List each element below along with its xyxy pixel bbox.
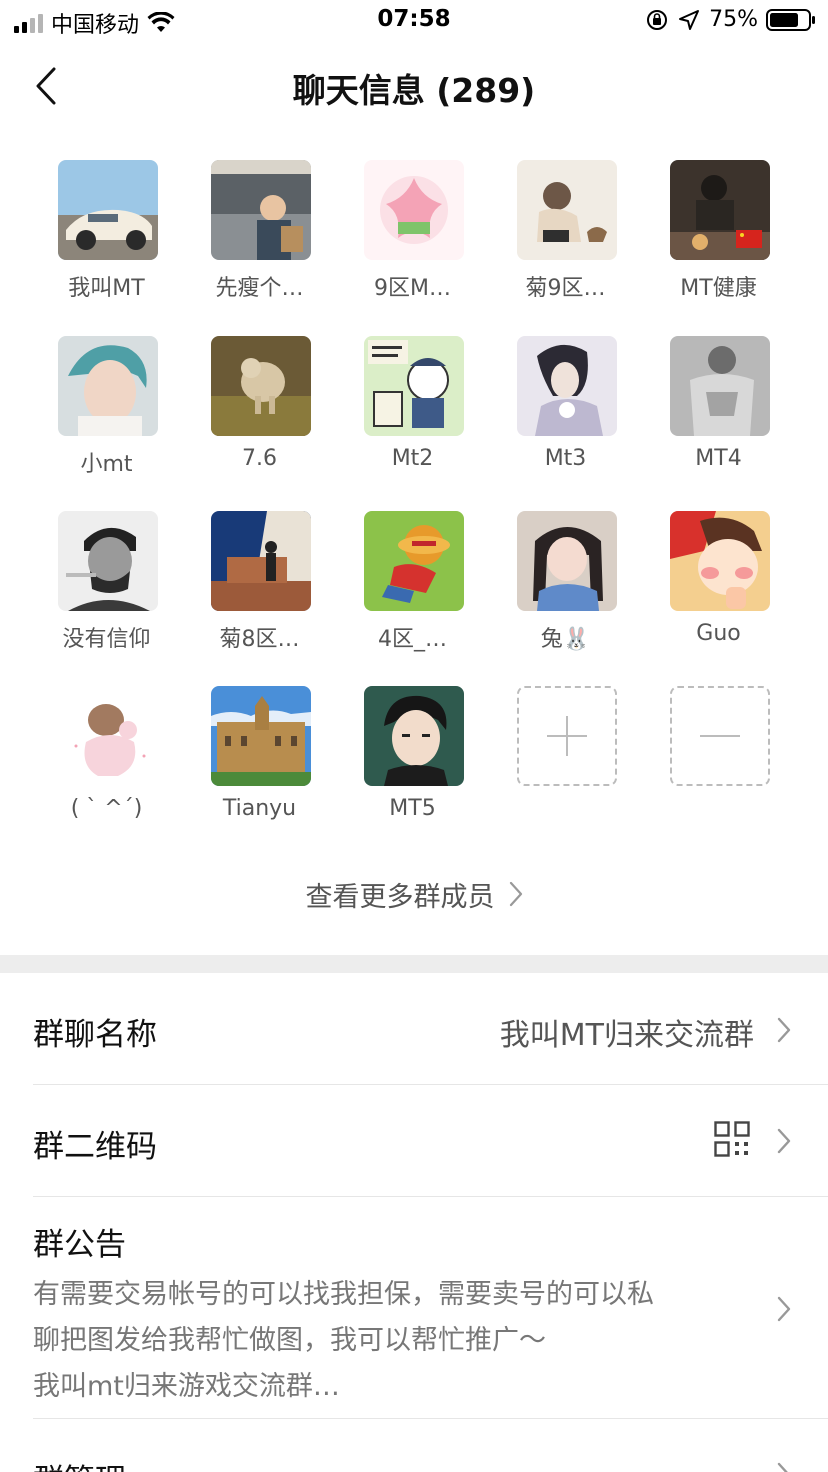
add-member-tile[interactable] xyxy=(517,686,617,786)
member-avatar xyxy=(211,160,311,260)
rotation-lock-icon xyxy=(647,9,668,30)
plus-icon xyxy=(547,716,587,756)
member-item[interactable]: ( ˋ ^ˊ) xyxy=(30,686,183,836)
member-item[interactable]: MT5 xyxy=(336,686,489,836)
status-bar: 中国移动 07:58 75% xyxy=(0,0,828,40)
group-manage-label: 群管理 xyxy=(33,1455,126,1472)
member-name: MT4 xyxy=(695,446,742,471)
member-item[interactable]: 7.6 xyxy=(183,336,336,486)
add-member-button[interactable] xyxy=(489,686,642,836)
member-item[interactable]: 没有信仰 xyxy=(30,511,183,661)
member-name: 小mt xyxy=(80,452,133,477)
member-item[interactable]: 9区M… xyxy=(336,160,489,310)
chevron-right-icon xyxy=(777,1128,791,1154)
chevron-right-icon xyxy=(777,1296,791,1322)
member-name: Tianyu xyxy=(222,796,297,821)
member-name: 先瘦个… xyxy=(215,276,304,301)
chevron-right-icon xyxy=(777,1017,791,1043)
member-avatar xyxy=(670,160,770,260)
member-avatar xyxy=(211,336,311,436)
member-name: 4区_… xyxy=(378,627,447,652)
member-name: MT健康 xyxy=(680,276,757,301)
notice-line: 有需要交易帐号的可以找我担保，需要卖号的可以私 xyxy=(33,1279,654,1310)
member-item[interactable]: Mt3 xyxy=(489,336,642,486)
member-item[interactable]: Tianyu xyxy=(183,686,336,836)
member-name: MT5 xyxy=(389,796,436,821)
nav-bar: 聊天信息 (289) xyxy=(0,44,828,128)
member-item[interactable]: 兔🐰 xyxy=(489,511,642,661)
member-name: Guo xyxy=(696,621,741,646)
member-avatar xyxy=(364,160,464,260)
chevron-right-icon xyxy=(777,1462,788,1472)
member-item[interactable]: 我叫MT xyxy=(30,160,183,310)
member-item[interactable]: 小mt xyxy=(30,336,183,486)
member-item[interactable]: Guo xyxy=(642,511,795,661)
chevron-right-icon xyxy=(509,881,522,907)
member-name: 我叫MT xyxy=(68,276,145,301)
member-name: 没有信仰 xyxy=(62,627,151,652)
member-avatar xyxy=(58,511,158,611)
member-avatar xyxy=(364,686,464,786)
member-name: 9区M… xyxy=(374,276,451,301)
group-name-row[interactable]: 群聊名称 我叫MT归来交流群 xyxy=(0,973,828,1085)
location-arrow-icon xyxy=(679,9,700,30)
member-item[interactable]: MT4 xyxy=(642,336,795,486)
see-more-members-link[interactable]: 查看更多群成员 xyxy=(0,872,828,916)
member-item[interactable]: 菊8区… xyxy=(183,511,336,661)
battery-percent: 75% xyxy=(709,7,758,32)
member-avatar xyxy=(517,511,617,611)
member-avatar xyxy=(517,160,617,260)
member-item[interactable]: Mt2 xyxy=(336,336,489,486)
group-name-label: 群聊名称 xyxy=(33,1017,157,1053)
battery-icon xyxy=(766,8,815,31)
group-manage-row[interactable]: 群管理 xyxy=(0,1419,828,1472)
page-title: 聊天信息 (289) xyxy=(292,71,536,110)
member-avatar xyxy=(211,686,311,786)
member-item[interactable]: 菊9区… xyxy=(489,160,642,310)
member-name: ( ˋ ^ˊ) xyxy=(70,796,143,821)
member-avatar xyxy=(670,511,770,611)
member-avatar xyxy=(58,160,158,260)
remove-member-button[interactable] xyxy=(642,686,795,836)
member-item[interactable]: 4区_… xyxy=(336,511,489,661)
member-name: 7.6 xyxy=(242,446,277,471)
member-name: Mt2 xyxy=(391,446,434,471)
remove-member-tile[interactable] xyxy=(670,686,770,786)
member-avatar xyxy=(364,511,464,611)
member-avatar xyxy=(58,686,158,786)
member-name: 菊8区… xyxy=(219,627,300,652)
member-item[interactable]: MT健康 xyxy=(642,160,795,310)
member-avatar xyxy=(364,336,464,436)
minus-icon xyxy=(700,735,740,737)
group-name-value: 我叫MT归来交流群 xyxy=(499,1018,754,1053)
notice-line: 聊把图发给我帮忙做图，我可以帮忙推广～ xyxy=(33,1325,546,1356)
group-notice-label: 群公告 xyxy=(33,1227,126,1263)
qr-code-icon xyxy=(714,1121,750,1157)
member-avatar xyxy=(211,511,311,611)
member-avatar xyxy=(58,336,158,436)
group-notice-text: 有需要交易帐号的可以找我担保，需要卖号的可以私 聊把图发给我帮忙做图，我可以帮忙… xyxy=(33,1272,753,1410)
member-avatar xyxy=(517,336,617,436)
member-name: 兔🐰 xyxy=(540,627,591,652)
member-name: 菊9区… xyxy=(525,276,606,301)
member-avatar xyxy=(670,336,770,436)
see-more-label: 查看更多群成员 xyxy=(305,881,495,913)
member-item[interactable]: 先瘦个… xyxy=(183,160,336,310)
group-qr-row[interactable]: 群二维码 xyxy=(0,1085,828,1197)
notice-line: 我叫mt归来游戏交流群… xyxy=(33,1371,340,1402)
section-divider xyxy=(0,955,828,973)
group-qr-label: 群二维码 xyxy=(33,1129,157,1165)
member-name: Mt3 xyxy=(544,446,587,471)
status-right: 75% xyxy=(645,7,816,32)
